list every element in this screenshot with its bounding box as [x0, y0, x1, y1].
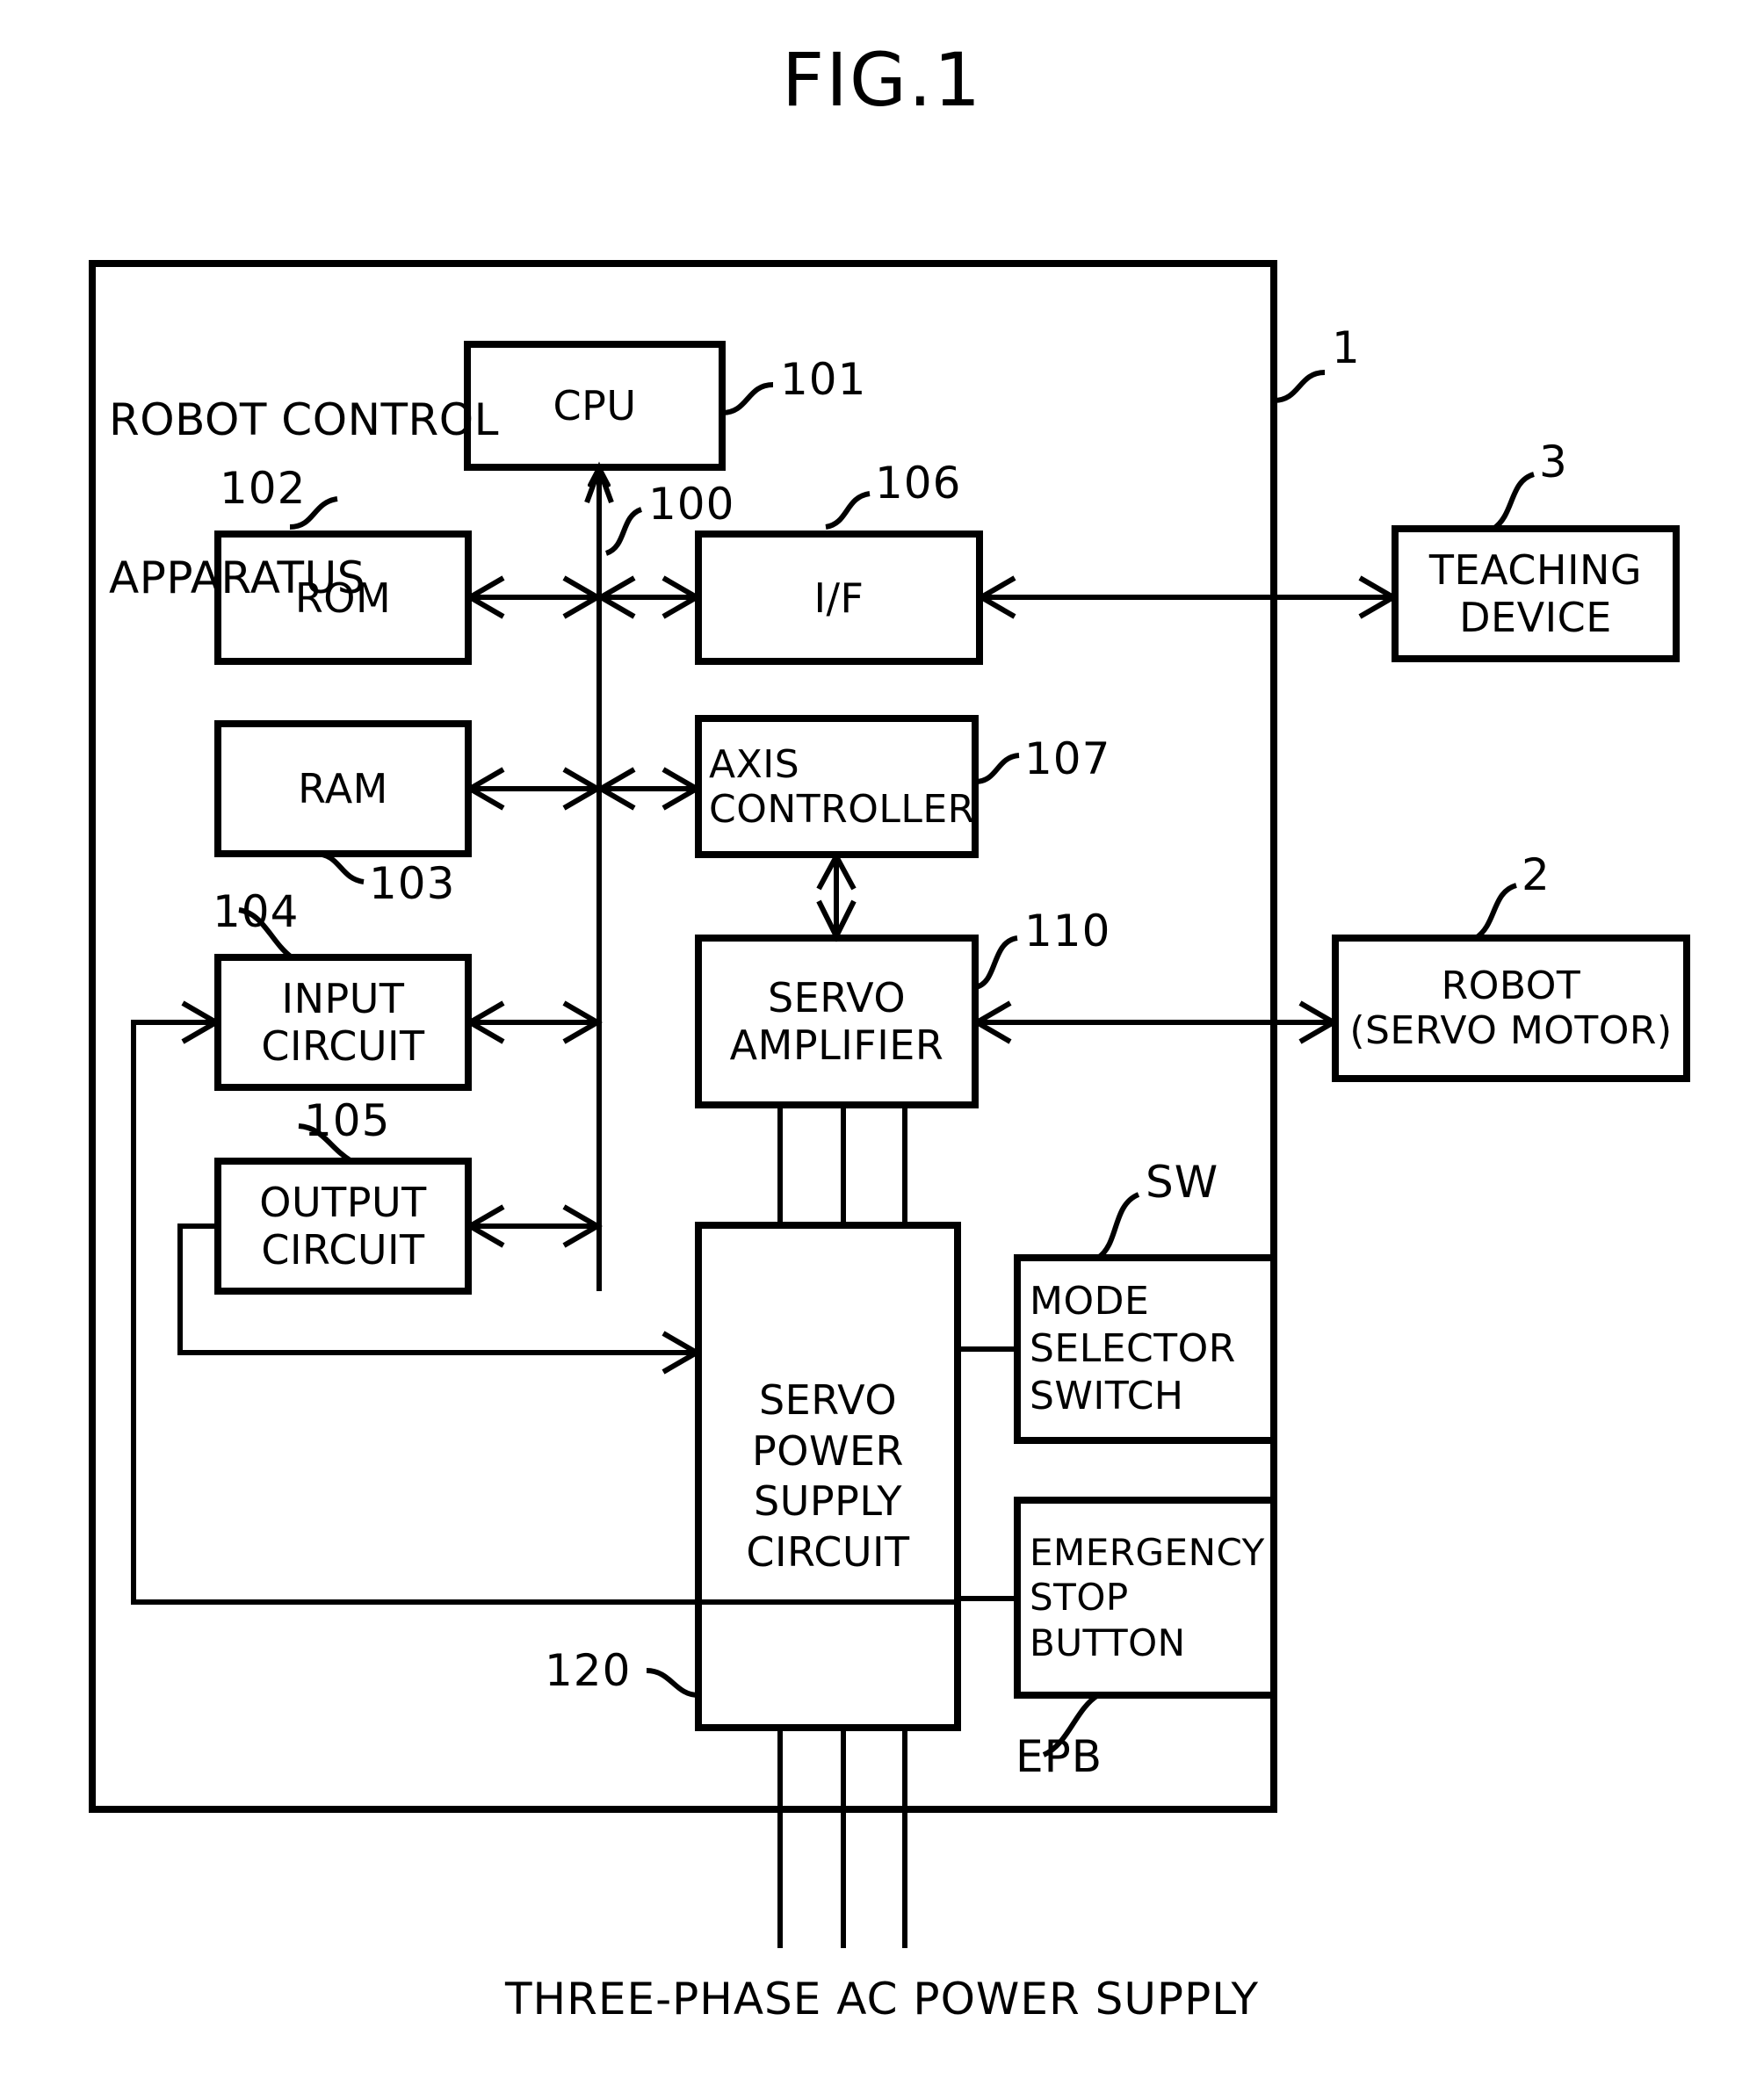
mode-selector-switch-block: MODE SELECTOR SWITCH	[1017, 1258, 1274, 1440]
leader-3	[1492, 472, 1536, 531]
rom-block: ROM	[218, 534, 468, 661]
input-circuit-block: INPUT CIRCUIT	[218, 957, 468, 1087]
leader-107	[974, 753, 1020, 784]
leader-2	[1474, 883, 1518, 941]
leader-120	[646, 1668, 699, 1698]
output-circuit-label-line1: OUTPUT	[259, 1179, 427, 1226]
leader-106	[825, 491, 871, 530]
leader-100	[604, 507, 643, 556]
input-circuit-label-line2: CIRCUIT	[261, 1022, 425, 1070]
ref-107: 107	[1024, 733, 1111, 784]
output-circuit-label: OUTPUT CIRCUIT	[218, 1179, 468, 1274]
servo-power-supply-label: SERVO POWER SUPPLY CIRCUIT	[698, 1375, 958, 1577]
teaching-device-label: TEACHING DEVICE	[1429, 546, 1642, 641]
input-circuit-label-line1: INPUT	[281, 975, 405, 1022]
interface-label: I/F	[813, 574, 864, 622]
servo-amplifier-label-line1: SERVO	[767, 974, 907, 1021]
figure-caption: THREE-PHASE AC POWER SUPPLY	[505, 1974, 1259, 2025]
ref-2: 2	[1522, 849, 1551, 900]
emergency-stop-button-block: EMERGENCY STOP BUTTON	[1017, 1500, 1274, 1695]
ref-3: 3	[1539, 437, 1568, 487]
emergency-stop-button-label-line1: EMERGENCY	[1030, 1531, 1265, 1575]
axis-controller-label: AXIS CONTROLLER	[698, 742, 975, 832]
axis-controller-block: AXIS CONTROLLER	[698, 718, 975, 855]
cpu-label: CPU	[553, 382, 637, 429]
servo-power-supply-label-line4: CIRCUIT	[746, 1527, 910, 1576]
servo-power-supply-label-line2: POWER	[752, 1426, 904, 1475]
output-circuit-block: OUTPUT CIRCUIT	[218, 1161, 468, 1291]
ref-120: 120	[545, 1645, 632, 1696]
leader-1	[1273, 370, 1326, 403]
servo-power-supply-label-line3: SUPPLY	[754, 1477, 902, 1525]
teaching-device-label-line2: DEVICE	[1459, 594, 1612, 641]
ref-102: 102	[220, 463, 307, 514]
ref-EPB: EPB	[1016, 1731, 1103, 1782]
interface-block: I/F	[698, 534, 980, 661]
emergency-stop-button-label-line2: STOP	[1030, 1576, 1129, 1620]
ref-101: 101	[780, 354, 867, 405]
ref-110: 110	[1024, 906, 1111, 956]
servo-amplifier-label: SERVO AMPLIFIER	[698, 974, 975, 1069]
servo-power-supply-label-line1: SERVO	[758, 1376, 898, 1424]
axis-controller-label-line1: AXIS	[709, 741, 800, 787]
leader-SW	[1096, 1192, 1140, 1260]
ref-100: 100	[648, 479, 735, 530]
servo-power-supply-block: SERVO POWER SUPPLY CIRCUIT	[698, 1225, 958, 1728]
ref-105: 105	[304, 1095, 391, 1146]
mode-selector-switch-label-line2: SELECTOR	[1030, 1326, 1236, 1372]
servo-amplifier-block: SERVO AMPLIFIER	[698, 938, 975, 1105]
mode-selector-switch-label-line1: MODE	[1030, 1279, 1150, 1325]
rom-label: ROM	[294, 574, 392, 622]
ref-106: 106	[875, 458, 962, 509]
teaching-device-block: TEACHING DEVICE	[1395, 529, 1676, 659]
output-circuit-label-line2: CIRCUIT	[261, 1226, 425, 1274]
figure-page: FIG.1 ROBOT CONTROL APPARATUS 1 CPU 101 …	[0, 0, 1764, 2086]
input-circuit-label: INPUT CIRCUIT	[218, 975, 468, 1070]
cpu-block: CPU	[467, 344, 722, 467]
axis-controller-label-line2: CONTROLLER	[709, 786, 975, 832]
robot-label: ROBOT (SERVO MOTOR)	[1335, 964, 1687, 1053]
ref-103: 103	[369, 858, 456, 909]
ram-block: RAM	[218, 724, 468, 854]
ref-1: 1	[1332, 322, 1361, 373]
ref-104: 104	[213, 886, 300, 937]
ref-SW: SW	[1146, 1157, 1219, 1208]
robot-label-line2: (SERVO MOTOR)	[1349, 1008, 1673, 1053]
leader-110	[974, 935, 1018, 990]
leader-103	[314, 851, 365, 884]
mode-selector-switch-label-line3: SWITCH	[1030, 1373, 1184, 1418]
robot-label-line1: ROBOT	[1441, 964, 1581, 1008]
mode-selector-switch-label: MODE SELECTOR SWITCH	[1017, 1278, 1274, 1419]
ram-label: RAM	[298, 765, 388, 812]
emergency-stop-button-label: EMERGENCY STOP BUTTON	[1017, 1530, 1274, 1665]
emergency-stop-button-label-line3: BUTTON	[1030, 1620, 1186, 1664]
leader-101	[721, 382, 774, 415]
servo-amplifier-label-line2: AMPLIFIER	[729, 1021, 944, 1069]
teaching-device-label-line1: TEACHING	[1428, 546, 1643, 594]
robot-block: ROBOT (SERVO MOTOR)	[1335, 938, 1687, 1079]
